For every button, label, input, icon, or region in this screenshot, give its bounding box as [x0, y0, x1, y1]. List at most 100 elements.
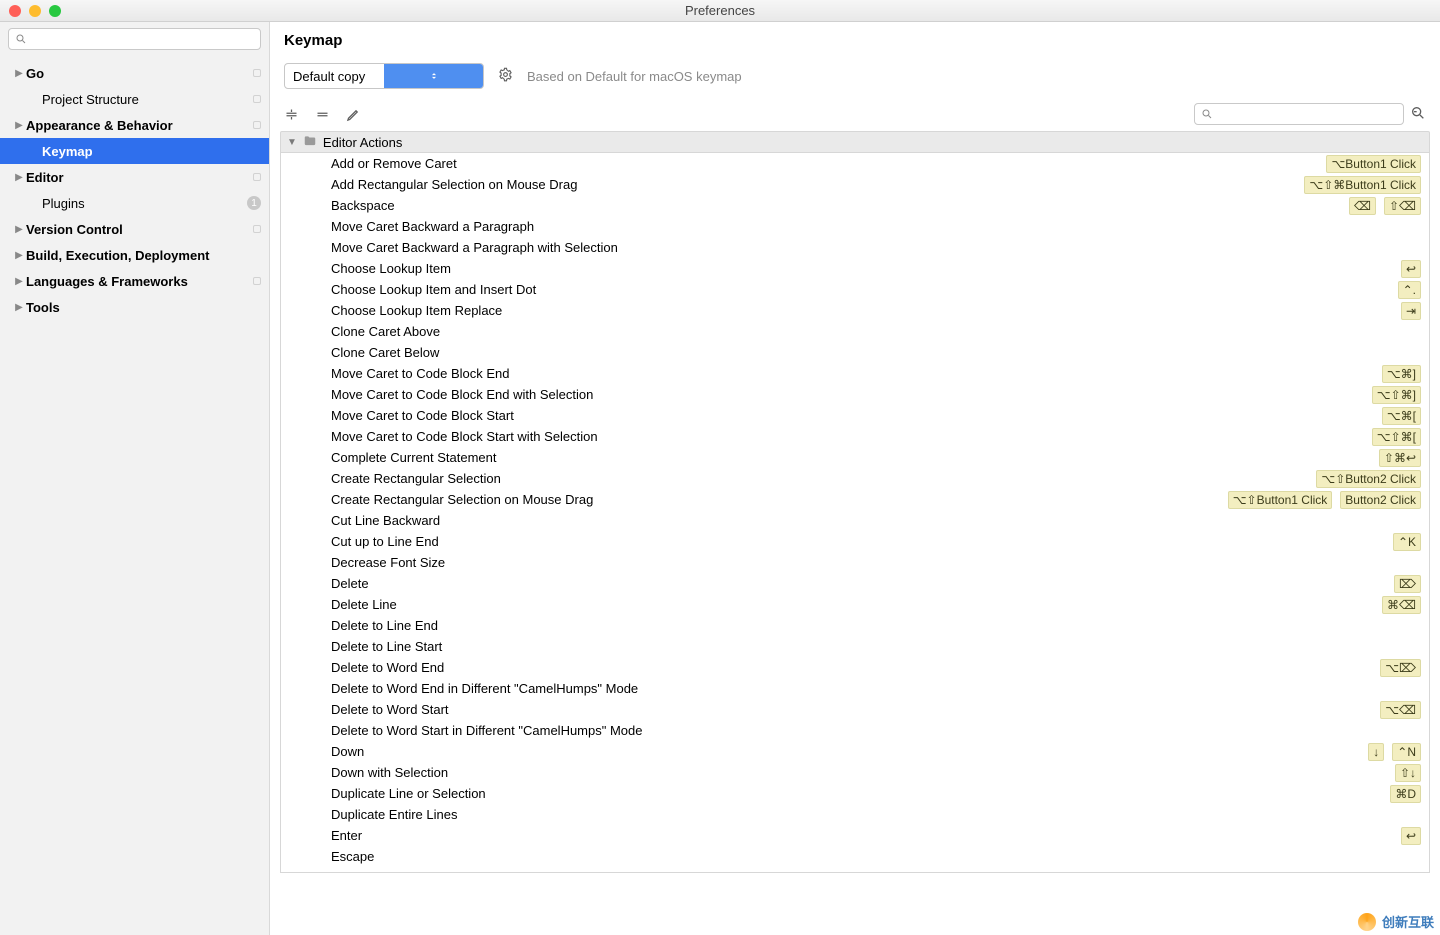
project-scope-icon [253, 173, 261, 181]
action-row[interactable]: Delete to Word Start in Different "Camel… [281, 720, 1429, 741]
action-row[interactable]: Choose Lookup Item↩ [281, 258, 1429, 279]
action-name: Move Caret to Code Block Start with Sele… [331, 429, 1372, 444]
chevron-right-icon: ▶ [14, 224, 24, 235]
action-shortcuts: ↩ [1401, 827, 1421, 845]
action-search[interactable] [1194, 103, 1404, 125]
action-group-header[interactable]: ▼ Editor Actions [280, 131, 1430, 153]
action-shortcuts: ⌥⌘[ [1382, 407, 1421, 425]
sidebar-item[interactable]: ▶Keymap [0, 138, 269, 164]
chevron-down-icon: ▼ [287, 137, 297, 148]
action-row[interactable]: Down↓⌃N [281, 741, 1429, 762]
actions-list[interactable]: Add or Remove Caret⌥Button1 ClickAdd Rec… [280, 153, 1430, 873]
action-row[interactable]: Duplicate Line or Selection⌘D [281, 783, 1429, 804]
keymap-based-on-label: Based on Default for macOS keymap [527, 69, 742, 84]
find-by-shortcut-button[interactable] [1410, 105, 1426, 124]
action-shortcuts: ⌥⌦ [1380, 659, 1421, 677]
shortcut-badge: ⌦ [1394, 575, 1421, 593]
action-row[interactable]: Delete Line⌘⌫ [281, 594, 1429, 615]
action-row[interactable]: Cut Line Backward [281, 510, 1429, 531]
keymap-bar: Default copy Based on Default for macOS … [270, 53, 1440, 101]
action-row[interactable]: Enter↩ [281, 825, 1429, 846]
sidebar-item[interactable]: ▶Appearance & Behavior [0, 112, 269, 138]
action-shortcuts: ⇧⌘↩ [1379, 449, 1421, 467]
project-scope-icon [253, 69, 261, 77]
action-shortcuts: ⌘D [1390, 785, 1421, 803]
action-name: Delete to Word End [331, 660, 1380, 675]
action-shortcuts: ⌥⌫ [1380, 701, 1421, 719]
sidebar-search-input[interactable] [31, 32, 254, 46]
shortcut-badge: ↩ [1401, 827, 1421, 845]
action-row[interactable]: Choose Lookup Item Replace⇥ [281, 300, 1429, 321]
expand-all-button[interactable] [284, 107, 299, 122]
sidebar-item[interactable]: ▶Version Control [0, 216, 269, 242]
page-title: Keymap [284, 32, 1426, 49]
window-zoom-button[interactable] [49, 5, 61, 17]
action-row[interactable]: Delete⌦ [281, 573, 1429, 594]
chevron-right-icon: ▶ [14, 120, 24, 131]
action-name: Cut Line Backward [331, 513, 1421, 528]
action-row[interactable]: Move Caret to Code Block End⌥⌘] [281, 363, 1429, 384]
action-row[interactable]: Add or Remove Caret⌥Button1 Click [281, 153, 1429, 174]
shortcut-badge: ↩ [1401, 260, 1421, 278]
sidebar-item-label: Go [26, 66, 253, 81]
keymap-select[interactable]: Default copy [284, 63, 484, 89]
main-panel: Keymap Default copy Based on Default for… [270, 22, 1440, 935]
sidebar-item[interactable]: ▶Plugins1 [0, 190, 269, 216]
shortcut-badge: ⌥⌫ [1380, 701, 1421, 719]
shortcut-badge: ⇥ [1401, 302, 1421, 320]
shortcut-badge: ⌃K [1393, 533, 1421, 551]
sidebar-item-label: Version Control [26, 222, 253, 237]
sidebar-item[interactable]: ▶Project Structure [0, 86, 269, 112]
sidebar-search[interactable] [8, 28, 261, 50]
chevron-right-icon: ▶ [14, 276, 24, 287]
action-row[interactable]: Down with Selection⇧↓ [281, 762, 1429, 783]
project-scope-icon [253, 225, 261, 233]
action-row[interactable]: Move Caret to Code Block Start⌥⌘[ [281, 405, 1429, 426]
window-minimize-button[interactable] [29, 5, 41, 17]
action-row[interactable]: Delete to Word End in Different "CamelHu… [281, 678, 1429, 699]
action-row[interactable]: Move Caret to Code Block End with Select… [281, 384, 1429, 405]
edit-shortcut-button[interactable] [346, 107, 361, 122]
action-row[interactable]: Clone Caret Above [281, 321, 1429, 342]
action-row[interactable]: Create Rectangular Selection⌥⇧Button2 Cl… [281, 468, 1429, 489]
action-shortcuts: ⌘⌫ [1382, 596, 1421, 614]
shortcut-badge: ⌫ [1349, 197, 1376, 215]
collapse-icon [315, 107, 330, 122]
action-row[interactable]: Backspace⌫⇧⌫ [281, 195, 1429, 216]
action-row[interactable]: Complete Current Statement⇧⌘↩ [281, 447, 1429, 468]
action-row[interactable]: Delete to Line End [281, 615, 1429, 636]
action-row[interactable]: Move Caret Backward a Paragraph with Sel… [281, 237, 1429, 258]
sidebar-item[interactable]: ▶Go [0, 60, 269, 86]
action-row[interactable]: Delete to Word Start⌥⌫ [281, 699, 1429, 720]
sidebar-item[interactable]: ▶Editor [0, 164, 269, 190]
action-row[interactable]: Add Rectangular Selection on Mouse Drag⌥… [281, 174, 1429, 195]
shortcut-badge: Button2 Click [1340, 491, 1421, 509]
action-row[interactable]: Clone Caret Below [281, 342, 1429, 363]
action-row[interactable]: Move Caret Backward a Paragraph [281, 216, 1429, 237]
collapse-all-button[interactable] [315, 107, 330, 122]
keymap-select-value: Default copy [285, 69, 384, 84]
action-row[interactable]: Escape [281, 846, 1429, 867]
action-name: Duplicate Line or Selection [331, 786, 1390, 801]
action-row[interactable]: Choose Lookup Item and Insert Dot⌃. [281, 279, 1429, 300]
action-name: Move Caret Backward a Paragraph [331, 219, 1421, 234]
action-row[interactable]: Duplicate Entire Lines [281, 804, 1429, 825]
action-row[interactable]: Decrease Font Size [281, 552, 1429, 573]
action-row[interactable]: Delete to Line Start [281, 636, 1429, 657]
sidebar-item[interactable]: ▶Tools [0, 294, 269, 320]
sidebar-item[interactable]: ▶Build, Execution, Deployment [0, 242, 269, 268]
action-row[interactable]: Delete to Word End⌥⌦ [281, 657, 1429, 678]
action-shortcuts: ⇧↓ [1395, 764, 1421, 782]
window-close-button[interactable] [9, 5, 21, 17]
action-row[interactable]: Move Caret to Code Block Start with Sele… [281, 426, 1429, 447]
project-scope-icon [253, 95, 261, 103]
action-row[interactable]: Create Rectangular Selection on Mouse Dr… [281, 489, 1429, 510]
action-row[interactable]: Cut up to Line End⌃K [281, 531, 1429, 552]
action-name: Delete to Line Start [331, 639, 1421, 654]
sidebar-item[interactable]: ▶Languages & Frameworks [0, 268, 269, 294]
action-search-input[interactable] [1217, 107, 1397, 121]
action-shortcuts: ⌃. [1398, 281, 1421, 299]
sidebar-item-label: Keymap [42, 144, 261, 159]
keymap-settings-button[interactable] [498, 67, 513, 85]
action-name: Choose Lookup Item and Insert Dot [331, 282, 1398, 297]
